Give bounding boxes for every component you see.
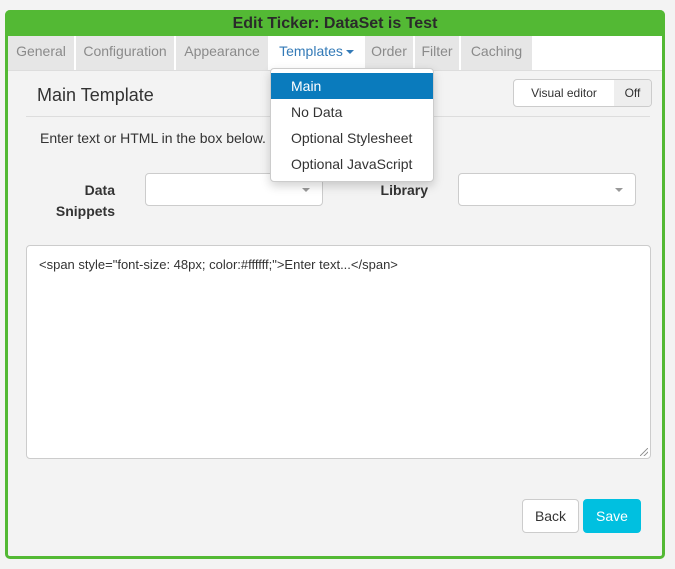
tab-appearance[interactable]: Appearance [176,36,270,70]
tab-label: Appearance [184,43,260,59]
templates-dropdown-menu: Main No Data Optional Stylesheet Optiona… [270,68,434,182]
menu-item-main[interactable]: Main [271,73,433,99]
library-label: Library [380,182,428,198]
resize-handle-icon[interactable] [640,448,648,456]
visual-editor-label: Visual editor [531,86,597,100]
back-button[interactable]: Back [522,499,579,533]
tab-bar: General Configuration Appearance Templat… [8,36,662,71]
library-select[interactable] [458,173,636,206]
tab-templates[interactable]: Templates [270,36,365,70]
tab-caching[interactable]: Caching [461,36,534,70]
visual-editor-state[interactable]: Off [614,80,651,106]
tab-configuration[interactable]: Configuration [76,36,176,70]
tab-filter[interactable]: Filter [415,36,461,70]
menu-item-optional-stylesheet[interactable]: Optional Stylesheet [271,125,433,151]
label-line: Snippets [55,203,115,219]
template-editor[interactable]: <span style="font-size: 48px; color:#fff… [26,245,651,459]
visual-editor-toggle[interactable]: Visual editor Off [513,79,652,107]
editor-content: <span style="font-size: 48px; color:#fff… [39,257,398,272]
caret-down-icon [345,50,354,55]
tab-label: General [16,43,66,59]
menu-item-optional-javascript[interactable]: Optional JavaScript [271,151,433,177]
tab-label: Configuration [83,43,167,59]
help-text: Enter text or HTML in the box below. [40,130,266,146]
data-snippets-label: Data Snippets [53,180,115,222]
tab-order[interactable]: Order [365,36,415,70]
chevron-down-icon [615,188,623,192]
dialog-title: Edit Ticker: DataSet is Test [5,10,665,36]
tab-general[interactable]: General [8,36,76,70]
menu-item-no-data[interactable]: No Data [271,99,433,125]
tab-label: Filter [421,43,453,59]
tab-label: Caching [470,43,523,59]
panel-title: Main Template [37,85,154,105]
save-button[interactable]: Save [583,499,641,533]
label-line: Data [84,182,115,198]
tab-label: Order [371,43,407,59]
tab-label: Templates [279,43,343,59]
chevron-down-icon [302,188,310,192]
